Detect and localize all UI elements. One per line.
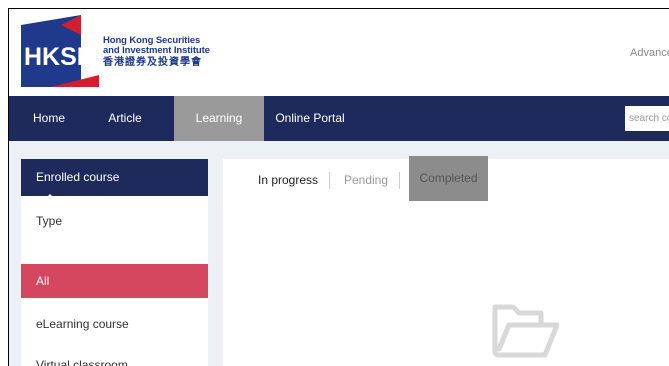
logo-zh: 香港證券及投資學會 (103, 57, 202, 68)
tab-pending[interactable]: Pending (335, 159, 397, 201)
sidebar-type-label: Type (36, 214, 63, 228)
course-list-panel: In progress Pending Completed (223, 156, 669, 366)
sidebar-header-enrolled-course[interactable]: Enrolled course (21, 159, 208, 196)
nav-item-article[interactable]: Article (99, 96, 151, 141)
main-nav: Home Article Learning Online Portal (9, 96, 669, 141)
logo-text: Hong Kong Securities and Investment Inst… (103, 36, 210, 69)
nav-item-learning[interactable]: Learning (174, 96, 264, 141)
search-input[interactable] (625, 106, 669, 131)
content-area: Enrolled course Type All eLearning cours… (9, 141, 669, 366)
sidebar-item-all[interactable]: All (21, 264, 208, 298)
sidebar-item-elearning[interactable]: eLearning course (36, 317, 129, 331)
tab-completed[interactable]: Completed (409, 156, 488, 201)
open-folder-icon (492, 304, 559, 358)
tab-divider (399, 172, 400, 189)
logo-en-line2: and Investment Institute (103, 45, 210, 56)
course-filter-sidebar: Enrolled course Type All eLearning cours… (21, 159, 208, 366)
tab-divider (329, 172, 330, 189)
nav-item-home[interactable]: Home (21, 96, 77, 141)
nav-item-online-portal[interactable]: Online Portal (271, 96, 349, 141)
advance-search-link[interactable]: Advance (630, 47, 669, 59)
site-header: HKSI Hong Kong Securities and Investment… (9, 9, 669, 96)
caret-up-icon (44, 194, 56, 200)
tab-in-progress[interactable]: In progress (251, 159, 325, 201)
browser-viewport: HKSI Hong Kong Securities and Investment… (8, 8, 669, 366)
logo-mark-text: HKSI (24, 43, 84, 71)
hksi-logo[interactable]: HKSI Hong Kong Securities and Investment… (21, 15, 211, 87)
hksi-logo-mark: HKSI (21, 15, 99, 87)
